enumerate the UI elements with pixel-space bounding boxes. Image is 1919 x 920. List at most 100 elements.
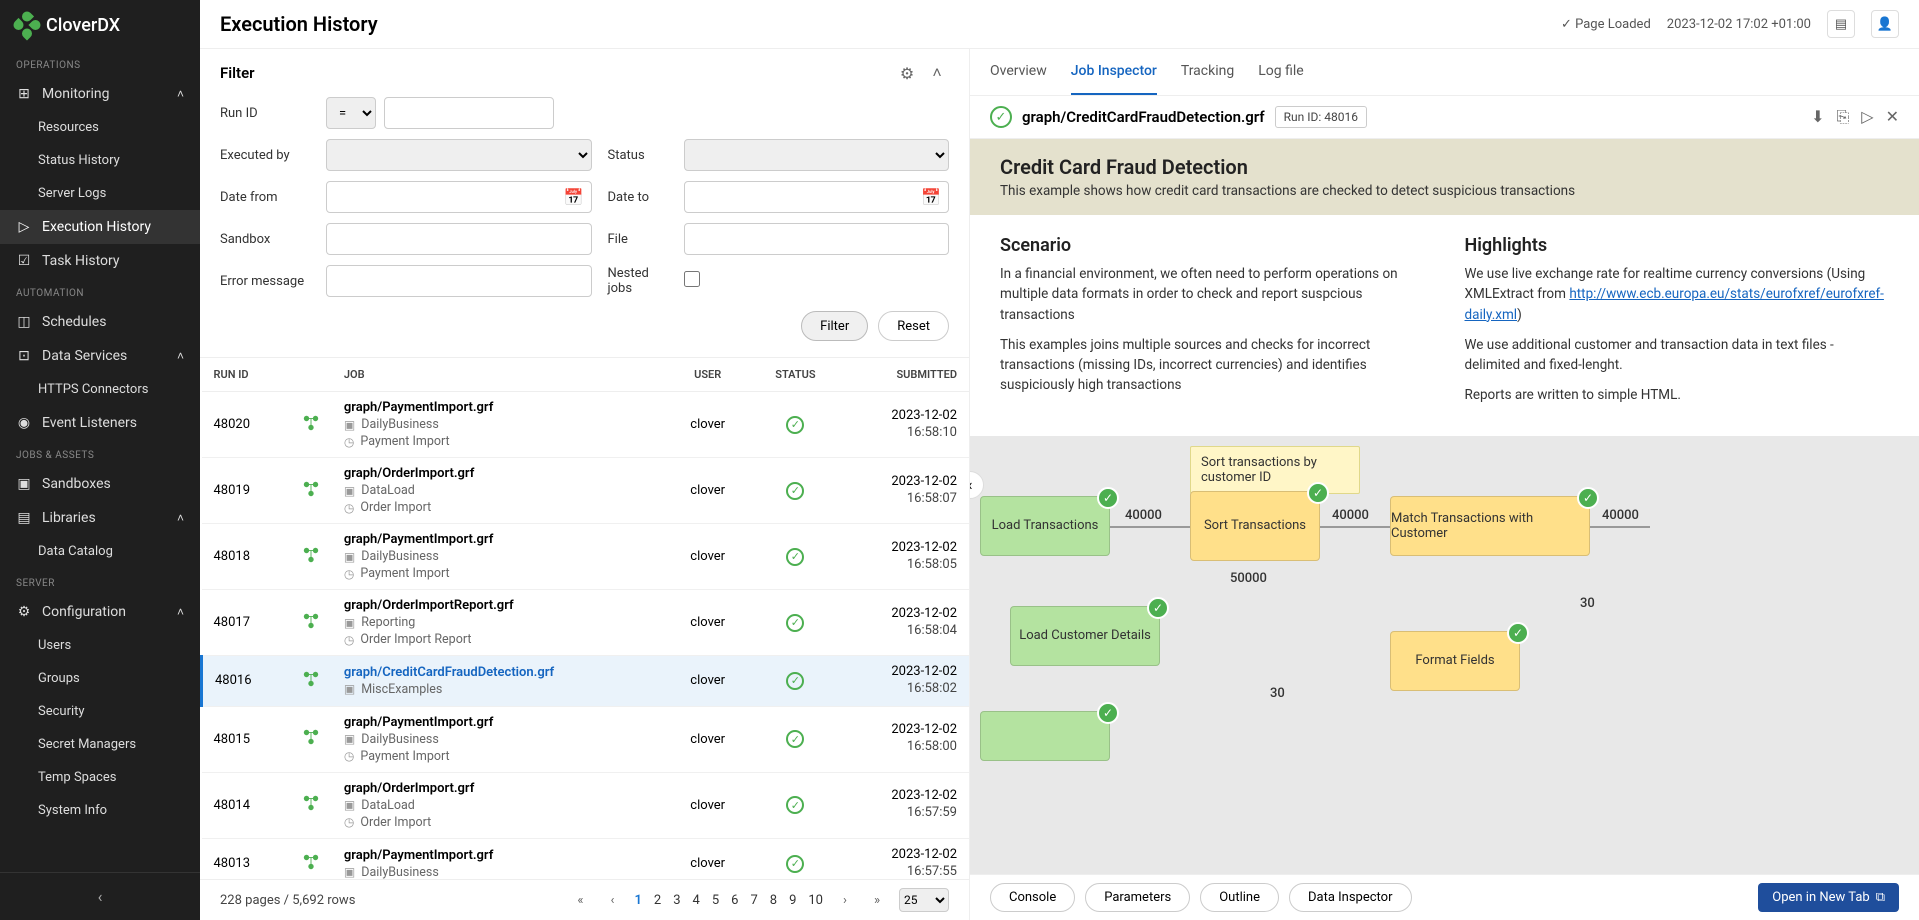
nav-item-execution-history[interactable]: ▷Execution History — [0, 210, 200, 244]
tab-log-file[interactable]: Log file — [1258, 49, 1303, 95]
cell-job: graph/OrderImport.grf ▣DataLoad ◷Order I… — [332, 458, 666, 524]
filter-sandbox-input[interactable] — [326, 223, 592, 255]
filter-datefrom-input[interactable] — [326, 181, 592, 213]
filter-dateto-input[interactable] — [684, 181, 950, 213]
col-status[interactable]: STATUS — [750, 358, 842, 392]
node-load-transactions[interactable]: Load Transactions ✓ — [980, 496, 1110, 556]
page-prev[interactable]: ‹ — [602, 893, 622, 908]
page-number[interactable]: 8 — [770, 893, 777, 908]
cell-status: ✓ — [750, 458, 842, 524]
filter-nested-checkbox[interactable] — [684, 271, 700, 287]
nav-item-libraries[interactable]: ▤Libraries˄ — [0, 501, 200, 535]
page-number[interactable]: 6 — [731, 893, 738, 908]
nav-item-server-logs[interactable]: Server Logs — [0, 177, 200, 210]
node-format-fields[interactable]: Format Fields ✓ — [1390, 631, 1520, 691]
filter-status-select[interactable] — [684, 139, 950, 171]
page-number[interactable]: 2 — [654, 893, 661, 908]
nav-item-event-listeners[interactable]: ◉Event Listeners — [0, 406, 200, 440]
node-partial[interactable]: ✓ — [980, 711, 1110, 761]
nav-item-status-history[interactable]: Status History — [0, 144, 200, 177]
page-number[interactable]: 7 — [750, 893, 757, 908]
page-number[interactable]: 4 — [693, 893, 700, 908]
nav-item-system-info[interactable]: System Info — [0, 794, 200, 827]
table-row[interactable]: 48017 graph/OrderImportReport.grf ▣Repor… — [202, 590, 970, 656]
nav-item-schedules[interactable]: ◫Schedules — [0, 305, 200, 339]
filter-executedby-select[interactable] — [326, 139, 592, 171]
bottom-tab-data-inspector[interactable]: Data Inspector — [1289, 883, 1412, 912]
bottom-tab-console[interactable]: Console — [990, 883, 1075, 912]
bottom-tab-outline[interactable]: Outline — [1200, 883, 1279, 912]
nav-item-sandboxes[interactable]: ▣Sandboxes — [0, 467, 200, 501]
page-prev[interactable]: « — [570, 893, 590, 908]
table-row[interactable]: 48018 graph/PaymentImport.grf ▣DailyBusi… — [202, 524, 970, 590]
nav-item-data-catalog[interactable]: Data Catalog — [0, 535, 200, 568]
nav-item-https-connectors[interactable]: HTTPS Connectors — [0, 373, 200, 406]
sidebar-collapse-button[interactable]: ‹ — [0, 872, 200, 920]
copy-icon[interactable]: ⎘ — [1836, 107, 1849, 127]
page-number[interactable]: 5 — [712, 893, 719, 908]
nav-item-resources[interactable]: Resources — [0, 111, 200, 144]
download-icon[interactable]: ⬇ — [1811, 107, 1824, 127]
tab-tracking[interactable]: Tracking — [1181, 49, 1234, 95]
page-size-select[interactable]: 25 — [899, 888, 949, 912]
reset-button[interactable]: Reset — [878, 311, 949, 341]
table-row[interactable]: 48016 graph/CreditCardFraudDetection.grf… — [202, 656, 970, 707]
nav-section-title: JOBS & ASSETS — [0, 440, 200, 467]
nav-item-secret-managers[interactable]: Secret Managers — [0, 728, 200, 761]
graph-canvas[interactable]: Sort transactions by customer ID Load Tr… — [970, 436, 1919, 796]
col-runid[interactable]: RUN ID — [202, 358, 290, 392]
logo[interactable]: CloverDX — [0, 0, 200, 50]
nav-item-users[interactable]: Users — [0, 629, 200, 662]
filter-errmsg-input[interactable] — [326, 265, 592, 297]
nav-icon: ◫ — [16, 314, 32, 330]
nav-item-security[interactable]: Security — [0, 695, 200, 728]
col-user[interactable]: USER — [666, 358, 750, 392]
table-row[interactable]: 48013 graph/PaymentImport.grf ▣DailyBusi… — [202, 838, 970, 879]
node-sort-transactions[interactable]: Sort Transactions ✓ — [1190, 491, 1320, 561]
status-ok-icon: ✓ — [990, 106, 1012, 128]
close-icon[interactable]: ✕ — [1886, 107, 1899, 127]
filter-settings-icon[interactable]: ⚙ — [895, 61, 919, 85]
filter-collapse-icon[interactable]: ˄ — [925, 61, 949, 85]
page-number[interactable]: 3 — [673, 893, 680, 908]
node-match-transactions[interactable]: Match Transactions with Customer ✓ — [1390, 496, 1590, 556]
filter-runid-input[interactable] — [384, 97, 554, 129]
nav-item-monitoring[interactable]: ⊞Monitoring˄ — [0, 77, 200, 111]
filter-button[interactable]: Filter — [801, 311, 868, 341]
tab-overview[interactable]: Overview — [990, 49, 1047, 95]
nav-item-data-services[interactable]: ⊡Data Services˄ — [0, 339, 200, 373]
play-icon[interactable]: ▷ — [1861, 107, 1873, 127]
page-next[interactable]: › — [835, 893, 855, 908]
notes-icon[interactable]: ▤ — [1827, 10, 1855, 38]
cell-type — [290, 706, 332, 772]
nav-item-configuration[interactable]: ⚙Configuration˄ — [0, 595, 200, 629]
node-load-customer[interactable]: Load Customer Details ✓ — [1010, 606, 1160, 666]
page-next[interactable]: » — [867, 893, 887, 908]
bottom-tab-parameters[interactable]: Parameters — [1085, 883, 1190, 912]
filter-file-input[interactable] — [684, 223, 950, 255]
status-ok-icon: ✓ — [786, 614, 804, 632]
table-row[interactable]: 48020 graph/PaymentImport.grf ▣DailyBusi… — [202, 392, 970, 458]
status-ok-icon: ✓ — [786, 672, 804, 690]
col-job[interactable]: JOB — [332, 358, 666, 392]
scenario-title: Scenario — [1000, 235, 1425, 256]
nav-item-temp-spaces[interactable]: Temp Spaces — [0, 761, 200, 794]
user-icon[interactable]: 👤 — [1871, 10, 1899, 38]
page-number[interactable]: 9 — [789, 893, 796, 908]
nav-item-groups[interactable]: Groups — [0, 662, 200, 695]
filter-sandbox-label: Sandbox — [220, 232, 310, 247]
table-row[interactable]: 48014 graph/OrderImport.grf ▣DataLoad ◷O… — [202, 772, 970, 838]
clover-icon — [11, 9, 42, 40]
page-number[interactable]: 1 — [634, 893, 641, 908]
table-row[interactable]: 48019 graph/OrderImport.grf ▣DataLoad ◷O… — [202, 458, 970, 524]
open-new-tab-button[interactable]: Open in New Tab ⧉ — [1758, 883, 1899, 912]
tab-job-inspector[interactable]: Job Inspector — [1071, 49, 1157, 95]
nav-label: Server Logs — [38, 186, 106, 201]
page-number[interactable]: 10 — [808, 893, 823, 908]
col-submitted[interactable]: SUBMITTED — [841, 358, 969, 392]
nav-item-task-history[interactable]: ☑Task History — [0, 244, 200, 278]
graph-note: Sort transactions by customer ID — [1190, 446, 1360, 494]
filter-runid-op[interactable]: = — [326, 97, 376, 129]
table-row[interactable]: 48015 graph/PaymentImport.grf ▣DailyBusi… — [202, 706, 970, 772]
status-ok-icon: ✓ — [786, 855, 804, 873]
